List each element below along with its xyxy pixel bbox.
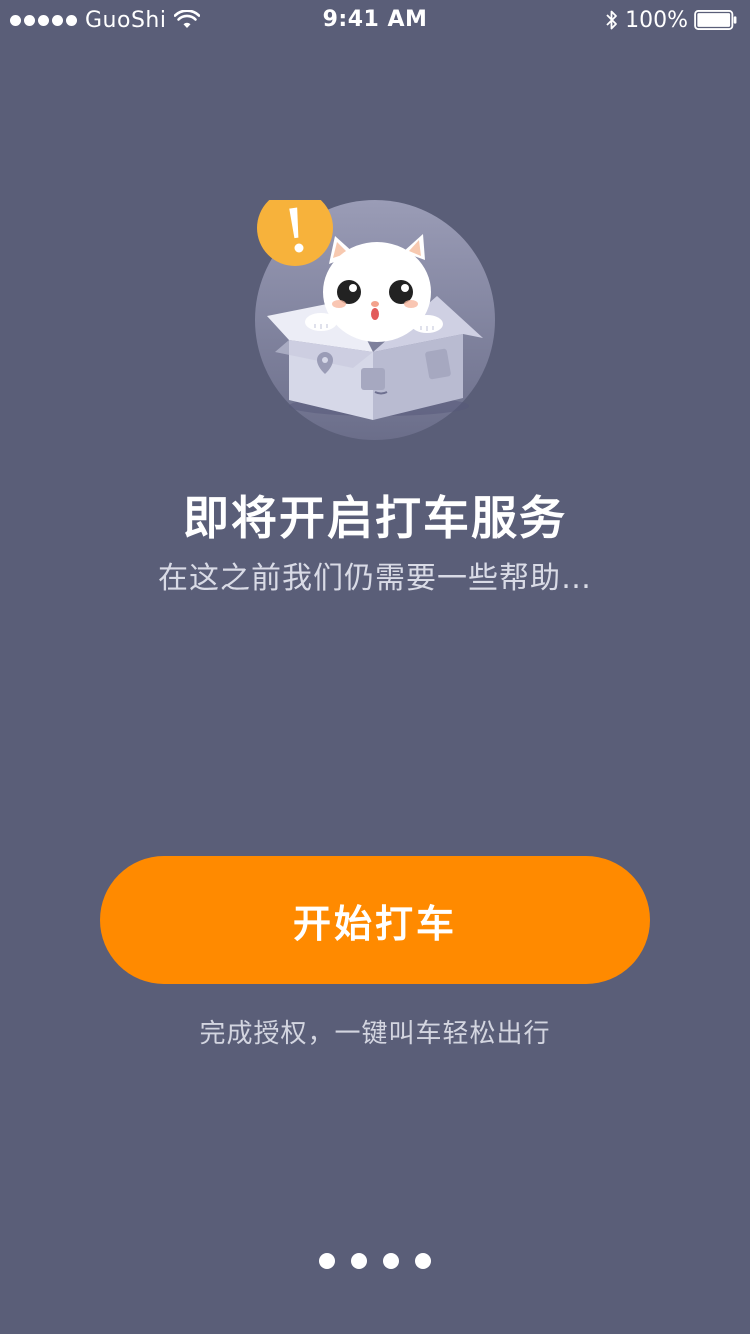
start-ride-button[interactable]: 开始打车 bbox=[100, 856, 650, 984]
page-subtitle: 在这之前我们仍需要一些帮助… bbox=[158, 561, 592, 596]
page-indicator bbox=[0, 1253, 750, 1269]
page-title: 即将开启打车服务 bbox=[183, 491, 567, 545]
page-dot[interactable] bbox=[319, 1253, 335, 1269]
status-right: 100% bbox=[605, 7, 738, 33]
page-dot[interactable] bbox=[383, 1253, 399, 1269]
page-dot[interactable] bbox=[415, 1253, 431, 1269]
status-bar: GuoShi 9:41 AM 100% bbox=[0, 0, 750, 40]
bluetooth-icon bbox=[606, 10, 617, 30]
battery-percentage: 100% bbox=[625, 7, 688, 33]
page-dot[interactable] bbox=[351, 1253, 367, 1269]
cat-box-illustration bbox=[255, 200, 495, 440]
authorization-caption: 完成授权，一键叫车轻松出行 bbox=[199, 1019, 551, 1049]
battery-icon bbox=[694, 10, 737, 30]
